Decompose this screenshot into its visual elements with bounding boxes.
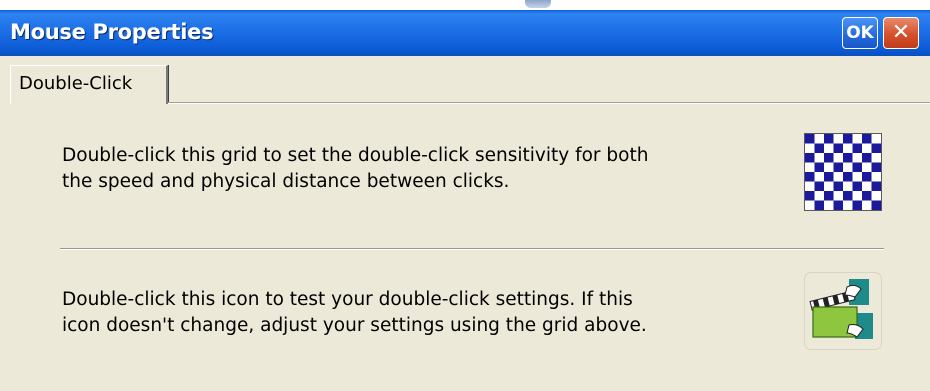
grid-square (824, 172, 834, 182)
close-icon: ✕ (891, 20, 911, 45)
grid-square (871, 162, 881, 172)
grid-square (814, 143, 824, 153)
grid-square (814, 200, 824, 210)
grid-square (871, 200, 881, 210)
close-button[interactable]: ✕ (883, 17, 919, 49)
title-bar[interactable]: Mouse Properties OK ✕ (0, 10, 930, 56)
grid-square (824, 191, 834, 201)
tab-strip: Double-Click (0, 56, 930, 104)
test-description-line2: icon doesn't change, adjust your setting… (62, 315, 647, 336)
grid-square (805, 191, 815, 201)
test-description-line1: Double-click this icon to test your doub… (62, 289, 633, 310)
grid-square (824, 134, 834, 144)
grid-square (814, 181, 824, 191)
window-title: Mouse Properties (10, 20, 214, 44)
grid-square (871, 181, 881, 191)
tab-panel: Double-click this grid to set the double… (0, 104, 930, 391)
grid-square (852, 200, 862, 210)
grid-square (843, 191, 853, 201)
clapperboard-test-icon[interactable] (805, 273, 881, 349)
grid-square (824, 153, 834, 163)
grid-square (805, 134, 815, 144)
grid-square (833, 181, 843, 191)
grid-square (843, 172, 853, 182)
grid-description-line1: Double-click this grid to set the double… (62, 145, 649, 166)
grid-square (805, 172, 815, 182)
grid-square (843, 134, 853, 144)
grid-square (805, 153, 815, 163)
ok-button[interactable]: OK (842, 17, 878, 49)
background-app-icon (525, 0, 551, 8)
grid-square (862, 134, 872, 144)
grid-square (814, 162, 824, 172)
grid-square (862, 172, 872, 182)
tab-double-click[interactable]: Double-Click (10, 65, 168, 104)
grid-square (852, 143, 862, 153)
grid-square (862, 153, 872, 163)
grid-square (833, 162, 843, 172)
grid-square (862, 191, 872, 201)
grid-square (833, 143, 843, 153)
background-window-strip (0, 0, 930, 10)
grid-square (852, 162, 862, 172)
checkerboard-grid-icon[interactable] (804, 133, 882, 211)
grid-square (843, 153, 853, 163)
grid-square (852, 181, 862, 191)
grid-square (833, 200, 843, 210)
grid-square (871, 143, 881, 153)
section-divider (60, 248, 884, 249)
grid-description-line2: the speed and physical distance between … (62, 171, 510, 192)
